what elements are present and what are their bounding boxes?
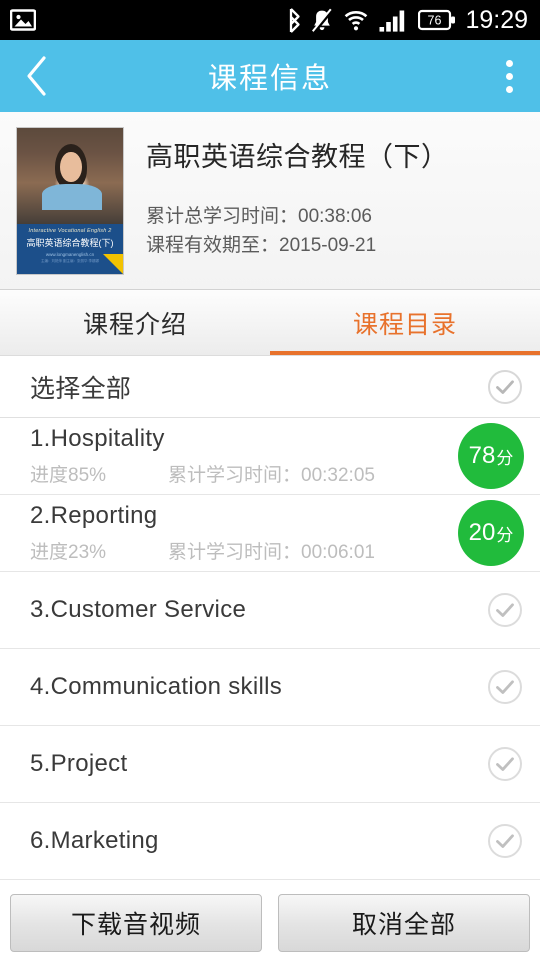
course-info: 高职英语综合教程（下） 累计总学习时间：00:38:06 课程有效期至：2015… — [124, 127, 449, 289]
battery-level-text: 76 — [428, 14, 442, 28]
overflow-menu-icon-dot — [505, 72, 513, 80]
select-all-label: 选择全部 — [30, 374, 132, 403]
lesson-row[interactable]: 4.Communication skills — [0, 649, 540, 726]
lesson-score-unit: 分 — [496, 525, 514, 545]
thumbnail-banner-en: Interactive Vocational English 2 — [28, 228, 112, 234]
status-bar-right: 76 19:29 — [286, 5, 528, 34]
overflow-menu-button[interactable] — [478, 40, 540, 112]
course-valid-until: 课程有效期至：2015-09-21 — [146, 235, 377, 257]
lesson-row[interactable]: 2.Reporting 进度23% 累计学习时间：00:06:01 20 分 — [0, 495, 540, 572]
lesson-title: 5.Project — [30, 750, 128, 777]
check-circle-icon[interactable] — [486, 822, 524, 860]
battery-icon: 76 — [418, 9, 456, 31]
thumbnail-banner-cn: 高职英语综合教程(下) — [26, 238, 114, 248]
lesson-sub: 进度85% 累计学习时间：00:32:05 — [30, 460, 446, 487]
lesson-progress: 进度23% — [30, 542, 107, 563]
lesson-main: 6.Marketing — [30, 827, 474, 855]
bell-muted-icon — [312, 8, 334, 33]
lesson-main: 4.Communication skills — [30, 673, 474, 701]
course-title: 高职英语综合教程（下） — [146, 142, 449, 172]
overflow-menu-icon-dot — [505, 59, 513, 67]
tab-course-catalog[interactable]: 课程目录 — [270, 290, 540, 355]
lesson-score-value: 78 — [468, 442, 496, 469]
chevron-left-icon — [27, 56, 46, 96]
check-circle-icon[interactable] — [486, 368, 524, 406]
lesson-score-badge[interactable]: 20 分 — [458, 500, 524, 566]
bottom-action-bar: 下载音视频 取消全部 — [0, 884, 540, 960]
cancel-all-button[interactable]: 取消全部 — [278, 893, 530, 952]
signal-icon — [379, 10, 405, 32]
lesson-title: 2.Reporting — [30, 502, 158, 529]
lesson-row[interactable]: 5.Project — [0, 726, 540, 803]
lesson-row[interactable]: 1.Hospitality 进度85% 累计学习时间：00:32:05 78 分 — [0, 418, 540, 495]
course-header: Interactive Vocational English 2 高职英语综合教… — [0, 112, 540, 290]
app-bar: 课程信息 — [0, 40, 540, 112]
wifi-icon — [345, 10, 368, 30]
lesson-title: 1.Hospitality — [30, 425, 165, 452]
lesson-sub: 进度23% 累计学习时间：00:06:01 — [30, 537, 446, 564]
select-all-main: 选择全部 — [30, 369, 474, 405]
tab-bar: 课程介绍 课程目录 — [0, 290, 540, 356]
lesson-main: 1.Hospitality 进度85% 累计学习时间：00:32:05 — [30, 425, 446, 487]
course-total-study-time: 累计总学习时间：00:38:06 — [146, 206, 372, 227]
back-button[interactable] — [0, 40, 74, 112]
course-meta: 累计总学习时间：00:38:06 课程有效期至：2015-09-21 — [146, 202, 449, 261]
lesson-list[interactable]: 选择全部 1.Hospitality 进度85% 累计学习时间：00:32:05… — [0, 356, 540, 884]
lesson-progress: 进度85% — [30, 465, 107, 486]
lesson-row[interactable]: 3.Customer Service — [0, 572, 540, 649]
lesson-main: 3.Customer Service — [30, 596, 474, 624]
thumbnail-photo-figure — [42, 184, 102, 210]
lesson-score-unit: 分 — [496, 448, 514, 468]
overflow-menu-icon-dot — [505, 85, 513, 93]
lesson-main: 5.Project — [30, 750, 474, 778]
status-bar-left — [10, 9, 36, 31]
tab-course-intro[interactable]: 课程介绍 — [0, 290, 270, 355]
download-media-button[interactable]: 下载音视频 — [10, 893, 262, 952]
course-thumbnail: Interactive Vocational English 2 高职英语综合教… — [16, 127, 124, 275]
lesson-row[interactable]: 6.Marketing — [0, 803, 540, 880]
lesson-study-time: 累计学习时间：00:32:05 — [168, 465, 375, 486]
image-icon — [10, 9, 36, 31]
check-circle-icon[interactable] — [486, 668, 524, 706]
lesson-title: 4.Communication skills — [30, 673, 283, 700]
lesson-score-value: 20 — [468, 519, 496, 546]
check-circle-icon[interactable] — [486, 745, 524, 783]
lesson-score-badge[interactable]: 78 分 — [458, 423, 524, 489]
status-bar-clock: 19:29 — [465, 5, 528, 34]
check-circle-icon[interactable] — [486, 591, 524, 629]
lesson-main: 2.Reporting 进度23% 累计学习时间：00:06:01 — [30, 502, 446, 564]
status-bar: 76 19:29 — [0, 0, 540, 40]
lesson-study-time: 累计学习时间：00:06:01 — [168, 542, 375, 563]
lesson-title: 6.Marketing — [30, 827, 159, 854]
page-title: 课程信息 — [207, 63, 332, 95]
bluetooth-icon — [290, 7, 301, 33]
select-all-row[interactable]: 选择全部 — [0, 356, 540, 418]
thumbnail-photo — [17, 128, 123, 228]
lesson-title: 3.Customer Service — [30, 596, 247, 623]
thumbnail-corner-accent — [103, 254, 123, 274]
app-screen: 76 19:29 课程信息 Interactive Vocational Eng… — [0, 0, 540, 960]
